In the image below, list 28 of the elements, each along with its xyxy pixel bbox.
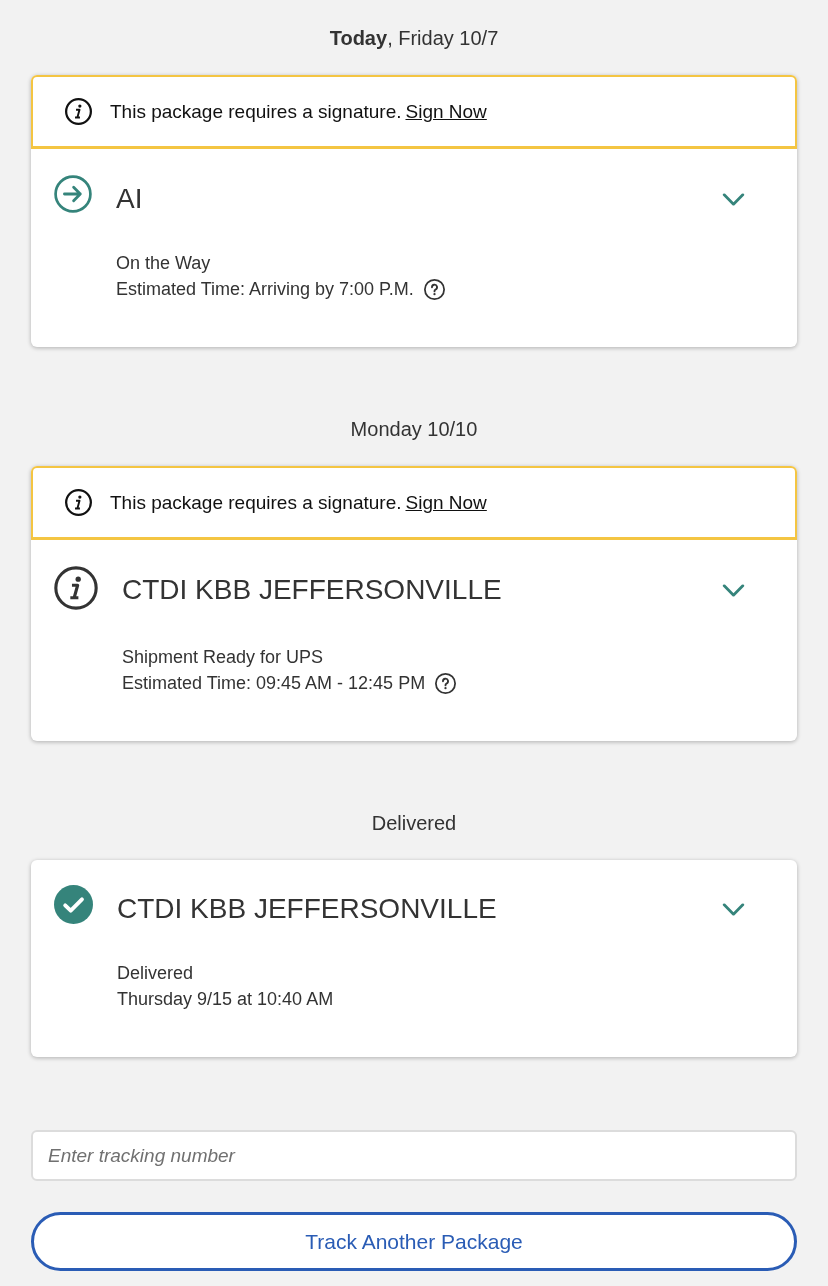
sign-now-link[interactable]: Sign Now <box>405 491 487 513</box>
section-heading: Monday 10/10 <box>350 417 478 441</box>
track-another-package-button[interactable]: Track Another Package <box>31 1212 797 1271</box>
section-heading: Today, Friday 10/7 <box>329 26 499 50</box>
status-text: On the Way <box>116 252 212 275</box>
help-icon[interactable] <box>423 278 445 300</box>
check-circle-icon <box>54 885 93 924</box>
estimated-time-text: Estimated Time: Arriving by 7:00 P.M. <box>116 278 414 301</box>
destination-title: CTDI KBB JEFFERSONVILLE <box>117 892 498 926</box>
signature-notice: This package requires a signature. Sign Now <box>110 100 487 123</box>
destination-title: CTDI KBB JEFFERSONVILLE <box>122 573 503 607</box>
help-icon[interactable] <box>435 672 457 694</box>
status-text: Delivered <box>117 962 195 985</box>
sign-now-link[interactable]: Sign Now <box>405 100 487 122</box>
estimated-time-text: Thursday 9/15 at 10:40 AM <box>117 988 334 1011</box>
chevron-down-icon[interactable] <box>722 193 745 206</box>
arrow-right-circle-icon <box>54 175 92 213</box>
destination-title: AI <box>116 182 144 216</box>
info-icon <box>54 566 98 610</box>
chevron-down-icon[interactable] <box>722 903 745 916</box>
section-heading: Delivered <box>371 811 457 835</box>
signature-notice: This package requires a signature. Sign Now <box>110 491 487 514</box>
estimated-time-text: Estimated Time: 09:45 AM - 12:45 PM <box>122 672 426 695</box>
status-text: Shipment Ready for UPS <box>122 646 325 669</box>
info-icon <box>65 98 92 125</box>
tracking-number-input[interactable]: Enter tracking number <box>31 1130 797 1181</box>
chevron-down-icon[interactable] <box>722 584 745 597</box>
info-icon <box>65 489 92 516</box>
